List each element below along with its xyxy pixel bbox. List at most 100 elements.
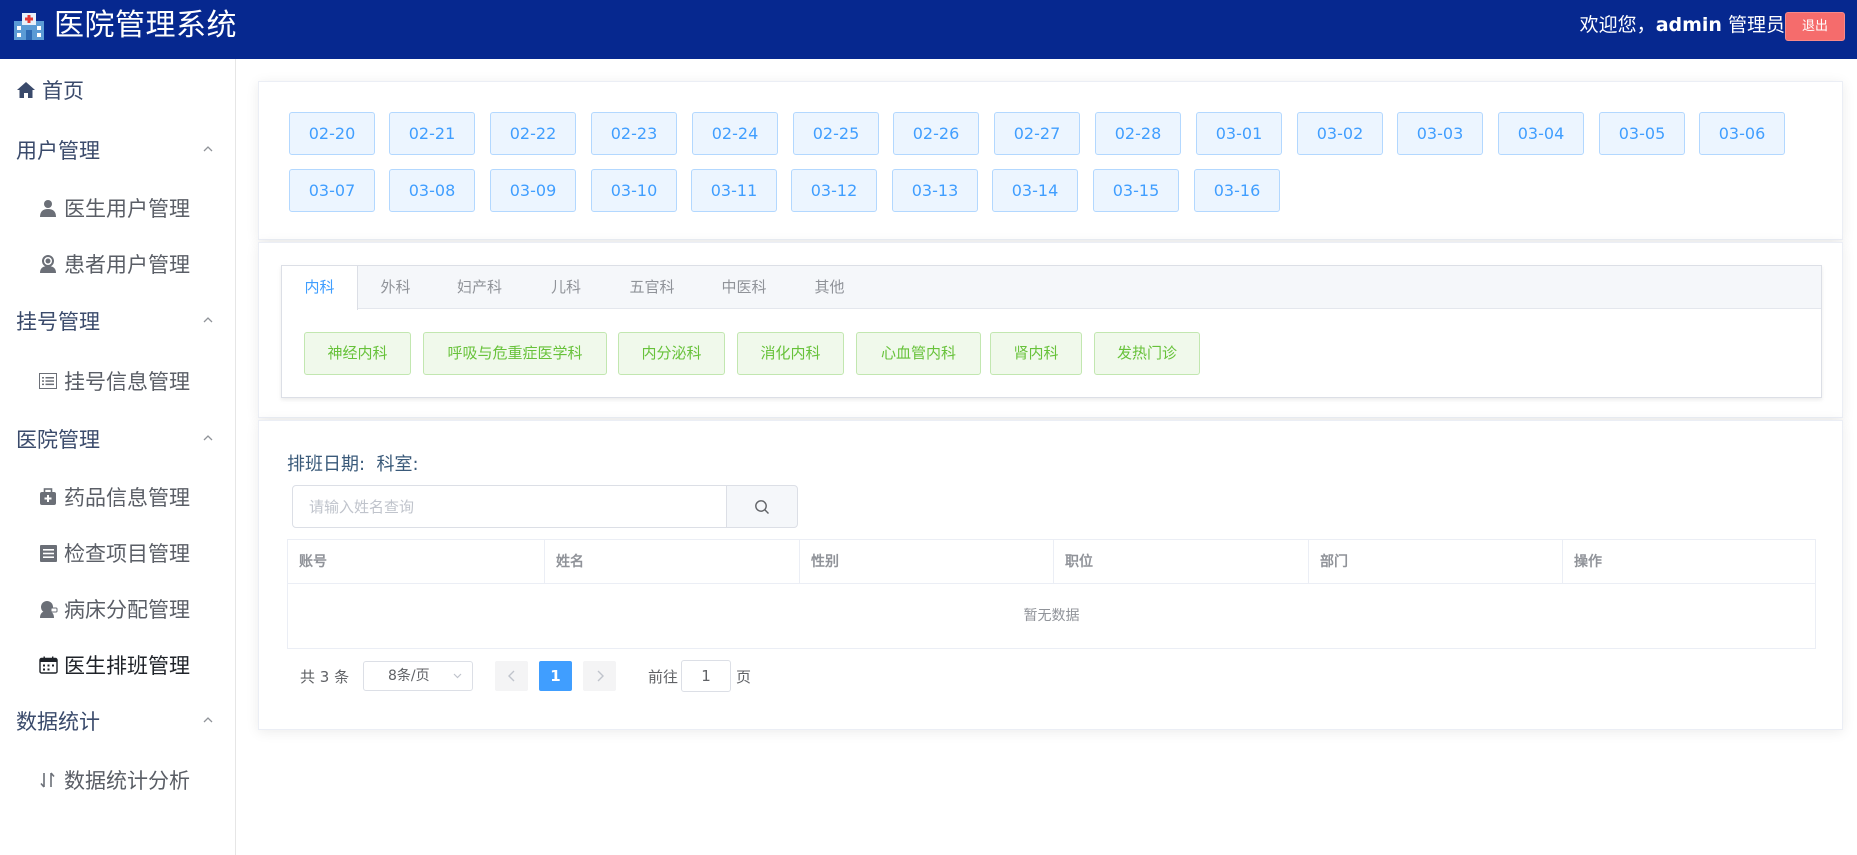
date-button[interactable]: 02-21 [389, 112, 475, 155]
sidebar-item-patient-users[interactable]: 患者用户管理 [0, 236, 235, 292]
schedule-filter-label: 排班日期: 科室: [287, 450, 419, 476]
sidebar-group-statistics[interactable]: 数据统计 [0, 693, 235, 749]
top-header: 医院管理系统 欢迎您，admin 管理员 退出 [0, 0, 1857, 59]
sort-icon [38, 770, 58, 790]
home-icon [17, 82, 35, 98]
date-button[interactable]: 03-06 [1699, 112, 1785, 155]
date-button[interactable]: 03-09 [490, 169, 576, 212]
date-button[interactable]: 02-26 [893, 112, 979, 155]
sidebar-item-home[interactable]: 首页 [0, 62, 235, 118]
calendar-icon [38, 655, 58, 675]
table-column-header: 性别 [800, 540, 1054, 584]
goto-page-input[interactable]: 1 [681, 660, 731, 692]
date-button[interactable]: 02-25 [793, 112, 879, 155]
date-button[interactable]: 03-08 [389, 169, 475, 212]
date-button[interactable]: 03-12 [791, 169, 877, 212]
tab-department[interactable]: 五官科 [606, 266, 698, 309]
tab-department[interactable]: 儿科 [526, 266, 606, 309]
schedule-table: 账号 姓名 性别 职位 部门 操作 暂无数据 [287, 539, 1816, 649]
table-column-header: 账号 [288, 540, 545, 584]
department-button[interactable]: 发热门诊 [1094, 332, 1200, 375]
goto-prefix: 前往 [648, 668, 679, 686]
department-button[interactable]: 神经内科 [304, 332, 411, 375]
date-button[interactable]: 02-27 [994, 112, 1080, 155]
sidebar-item-medicine[interactable]: 药品信息管理 [0, 469, 235, 525]
app-title: 医院管理系统 [54, 8, 237, 43]
date-button[interactable]: 03-13 [892, 169, 978, 212]
sidebar-item-stats-analysis[interactable]: 数据统计分析 [0, 752, 235, 808]
chevron-left-icon [507, 670, 514, 682]
table-column-header: 姓名 [545, 540, 800, 584]
date-button[interactable]: 02-23 [591, 112, 677, 155]
date-button[interactable]: 03-16 [1194, 169, 1280, 212]
sidebar: 首页 用户管理 医生用户管理 患者用户管理 挂号管理 挂号信息管理 医院管理 药… [0, 59, 236, 855]
date-button[interactable]: 02-24 [692, 112, 778, 155]
department-button[interactable]: 呼吸与危重症医学科 [423, 332, 607, 375]
sidebar-group-label: 医院管理 [16, 428, 100, 452]
tab-department[interactable]: 内科 [282, 266, 358, 310]
sidebar-item-label: 检查项目管理 [64, 542, 190, 566]
department-button[interactable]: 消化内科 [737, 332, 844, 375]
sidebar-group-user[interactable]: 用户管理 [0, 122, 235, 178]
sidebar-item-exam[interactable]: 检查项目管理 [0, 525, 235, 581]
welcome-text: 欢迎您，admin 管理员 [1580, 14, 1785, 36]
sidebar-item-bed[interactable]: 病床分配管理 [0, 581, 235, 637]
table-column-header: 操作 [1563, 540, 1815, 584]
chevron-right-icon [597, 670, 604, 682]
date-button[interactable]: 02-20 [289, 112, 375, 155]
date-button[interactable]: 03-05 [1599, 112, 1685, 155]
sidebar-item-schedule[interactable]: 医生排班管理 [0, 637, 235, 693]
empty-data-text: 暂无数据 [1023, 608, 1080, 624]
date-button[interactable]: 03-11 [691, 169, 777, 212]
date-button[interactable]: 03-07 [289, 169, 375, 212]
patient-user-icon [38, 254, 58, 274]
date-button[interactable]: 03-14 [992, 169, 1078, 212]
department-button[interactable]: 肾内科 [990, 332, 1082, 375]
user-role: 管理员 [1721, 14, 1785, 36]
search-button[interactable] [726, 485, 798, 528]
sidebar-group-label: 挂号管理 [16, 310, 100, 334]
sidebar-group-registration[interactable]: 挂号管理 [0, 293, 235, 349]
date-button[interactable]: 03-01 [1196, 112, 1282, 155]
sidebar-item-label: 患者用户管理 [64, 253, 190, 277]
logout-button[interactable]: 退出 [1785, 12, 1845, 41]
sidebar-item-label: 数据统计分析 [64, 769, 190, 793]
sidebar-home-label: 首页 [42, 79, 84, 103]
schedule-date-label: 排班日期: [287, 454, 366, 475]
department-button[interactable]: 内分泌科 [618, 332, 725, 375]
sidebar-item-label: 病床分配管理 [64, 598, 190, 622]
sidebar-group-label: 数据统计 [16, 710, 100, 734]
document-list-icon [38, 543, 58, 563]
date-button[interactable]: 02-28 [1095, 112, 1181, 155]
table-column-header: 职位 [1054, 540, 1309, 584]
date-button[interactable]: 03-03 [1397, 112, 1483, 155]
sidebar-group-label: 用户管理 [16, 139, 100, 163]
date-button[interactable]: 02-22 [490, 112, 576, 155]
chevron-up-icon [203, 717, 213, 723]
date-button[interactable]: 03-10 [591, 169, 677, 212]
department-button[interactable]: 心血管内科 [856, 332, 981, 375]
name-search-input[interactable] [292, 485, 727, 528]
sidebar-item-registration-info[interactable]: 挂号信息管理 [0, 353, 235, 409]
page-size-select[interactable]: 8条/页 [363, 661, 473, 691]
sidebar-item-label: 药品信息管理 [64, 486, 190, 510]
page-number-current[interactable]: 1 [539, 661, 572, 691]
prev-page-button[interactable] [495, 661, 528, 691]
date-button[interactable]: 03-15 [1093, 169, 1179, 212]
date-button[interactable]: 03-02 [1297, 112, 1383, 155]
tab-department[interactable]: 中医科 [698, 266, 790, 309]
tab-department[interactable]: 外科 [358, 266, 433, 309]
page-size-value: 8条/页 [388, 668, 430, 684]
department-tabs: 内科 外科 妇产科 儿科 五官科 中医科 其他 神经内科 呼吸与危重症医学科 内分泌科 消化内科心… [281, 265, 1822, 398]
sidebar-group-hospital[interactable]: 医院管理 [0, 411, 235, 467]
chevron-up-icon [203, 146, 213, 152]
tab-department[interactable]: 其他 [790, 266, 869, 309]
medicine-kit-icon [38, 487, 58, 507]
chevron-up-icon [203, 317, 213, 323]
hospital-icon [14, 13, 44, 40]
sidebar-item-label: 挂号信息管理 [64, 370, 190, 394]
sidebar-item-doctor-users[interactable]: 医生用户管理 [0, 180, 235, 236]
date-button[interactable]: 03-04 [1498, 112, 1584, 155]
next-page-button[interactable] [583, 661, 616, 691]
tab-department[interactable]: 妇产科 [433, 266, 526, 309]
